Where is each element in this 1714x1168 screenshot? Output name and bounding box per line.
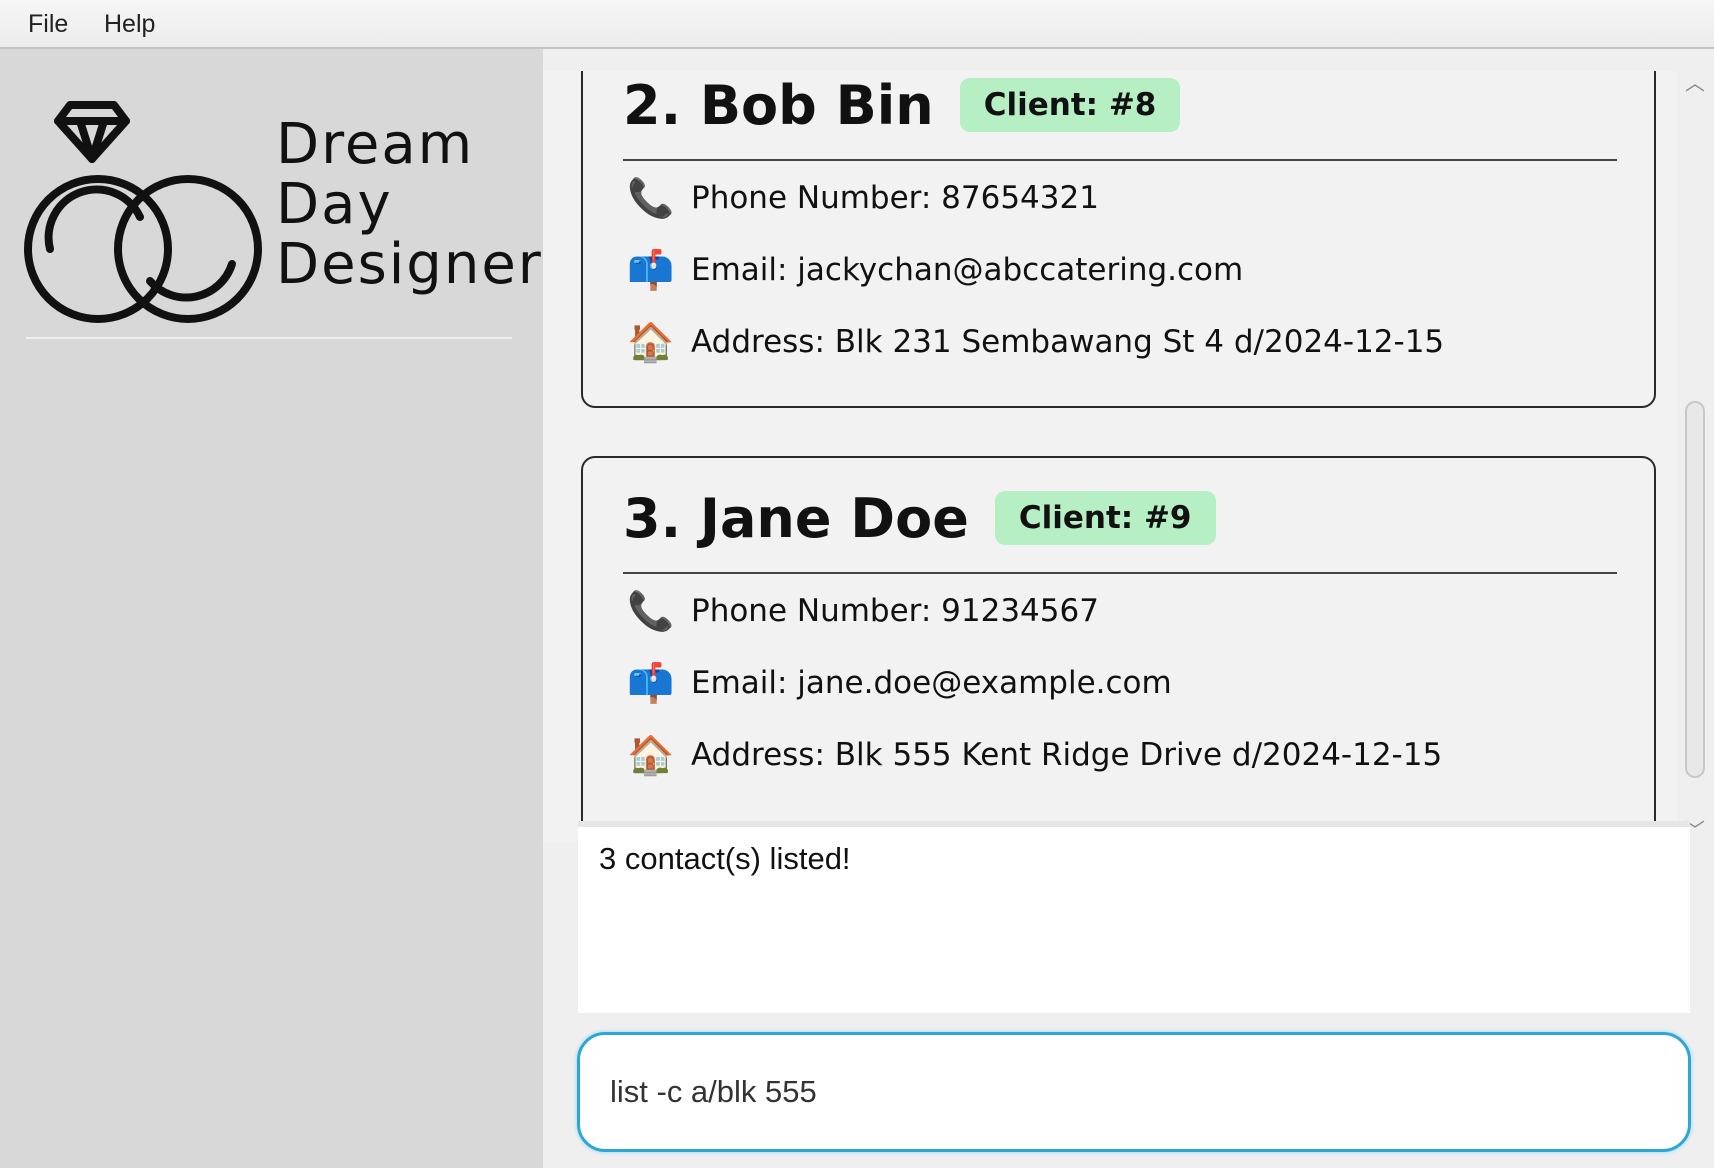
card-divider <box>623 159 1617 161</box>
app-title: Dream Day Designer <box>276 115 543 295</box>
contact-phone: Phone Number: 87654321 <box>691 180 1099 216</box>
client-badge: Client: #8 <box>959 78 1181 132</box>
scroll-up-icon[interactable]: ︿ <box>1685 73 1705 93</box>
contact-list-scrollbar[interactable]: ︿ ﹀ <box>1677 71 1714 842</box>
contact-email: Email: jane.doe@example.com <box>691 665 1172 701</box>
sidebar-divider <box>26 337 512 339</box>
scroll-thumb[interactable] <box>1685 401 1705 778</box>
result-display: 3 contact(s) listed! <box>578 821 1690 1013</box>
house-icon: 🏠 <box>627 320 675 364</box>
main-panel: 2. Bob Bin Client: #8 📞 Phone Number: 87… <box>543 49 1714 1168</box>
app-title-line-1: Dream <box>276 112 475 177</box>
menu-help[interactable]: Help <box>104 10 155 39</box>
contact-card[interactable]: 2. Bob Bin Client: #8 📞 Phone Number: 87… <box>581 71 1656 408</box>
contact-name: 3. Jane Doe <box>623 486 969 550</box>
client-badge: Client: #9 <box>994 491 1216 545</box>
contact-address: Address: Blk 555 Kent Ridge Drive d/2024… <box>691 737 1443 773</box>
telephone-icon: 📞 <box>627 176 675 220</box>
menu-file[interactable]: File <box>28 10 68 39</box>
mailbox-icon: 📫 <box>627 248 675 292</box>
contact-card[interactable]: 3. Jane Doe Client: #9 📞 Phone Number: 9… <box>581 456 1656 842</box>
contact-email: Email: jackychan@abccatering.com <box>691 252 1244 288</box>
contact-phone: Phone Number: 91234567 <box>691 593 1099 629</box>
command-input[interactable] <box>577 1032 1691 1152</box>
result-message: 3 contact(s) listed! <box>599 841 851 876</box>
mailbox-icon: 📫 <box>627 661 675 705</box>
contact-name: 2. Bob Bin <box>623 73 934 137</box>
sidebar: Dream Day Designer <box>0 49 543 1168</box>
app-title-line-3: Designer <box>276 232 543 297</box>
menu-bar: File Help <box>0 0 1714 49</box>
app-title-line-2: Day <box>276 172 393 237</box>
contact-address: Address: Blk 231 Sembawang St 4 d/2024-1… <box>691 324 1445 360</box>
house-icon: 🏠 <box>627 733 675 777</box>
contact-list[interactable]: 2. Bob Bin Client: #8 📞 Phone Number: 87… <box>543 71 1677 842</box>
card-divider <box>623 572 1617 574</box>
telephone-icon: 📞 <box>627 589 675 633</box>
